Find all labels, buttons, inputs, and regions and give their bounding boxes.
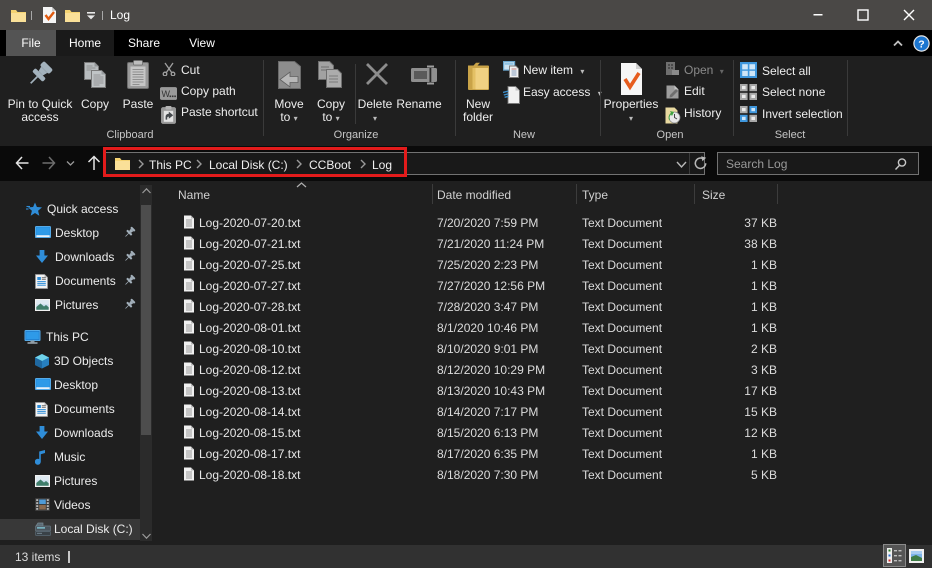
svg-text:?: ? — [918, 38, 924, 50]
svg-text:W: W — [162, 89, 171, 99]
